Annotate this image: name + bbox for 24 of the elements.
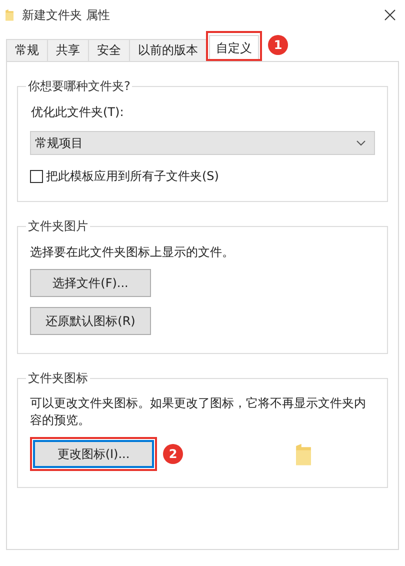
push-button[interactable]: 还原默认图标(R) [30,307,151,335]
field-label: 优化此文件夹(T): [30,104,125,121]
folder-icon [5,9,14,21]
change-icon-button[interactable]: 更改图标(I)... [33,440,154,468]
push-button[interactable]: 选择文件(F)... [30,269,151,297]
tab[interactable]: 自定义 [209,35,259,59]
tab[interactable]: 以前的版本 [129,38,207,60]
group-title: 文件夹图片 [26,218,90,234]
checkbox[interactable] [30,170,43,182]
description: 选择要在此文件夹图标上显示的文件。 [30,244,235,261]
chevron-down-icon [356,140,366,146]
folder-icon [295,442,312,466]
tab[interactable]: 常规 [6,38,48,60]
group-title: 你想要哪种文件夹? [26,78,132,94]
tab[interactable]: 安全 [88,38,130,60]
step-number-badge: 2 [163,444,183,464]
step-number-badge: 1 [268,34,288,55]
window-title: 新建文件夹 属性 [22,7,110,24]
description: 可以更改文件夹图标。如果更改了图标，它将不再显示文件夹内容的预览。 [30,395,367,429]
group-title: 文件夹图标 [26,370,90,386]
tab[interactable]: 共享 [47,38,89,60]
checkbox-label: 把此模板应用到所有子文件夹(S) [46,168,219,185]
close-icon[interactable] [384,9,396,21]
folder-type-dropdown[interactable]: 常规项目 [30,131,375,155]
